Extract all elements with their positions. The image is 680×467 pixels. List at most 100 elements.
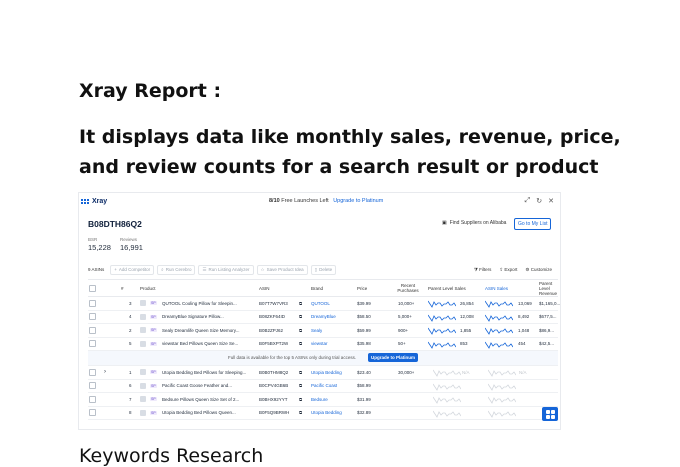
doc-heading: Xray Report : [79,80,222,102]
find-suppliers-link[interactable]: ▣ Find Suppliers on Alibaba [442,220,506,226]
row-checkbox[interactable] [89,382,96,390]
product-thumb-cell [140,407,146,420]
product-title[interactable]: viewstar Bed Pillows Queen Size Se... [162,338,257,351]
col-parent-revenue[interactable]: Parent Level Revenue [539,280,558,296]
filters-button[interactable]: ⧩ Filters [474,267,492,273]
brand-link[interactable]: Pacific Coast [311,380,337,393]
recent-purchases: 900+ [398,327,409,333]
row-checkbox[interactable] [89,340,96,348]
product-title[interactable]: Pacific Coast Goose Feather and... [162,380,257,393]
filter-icon: ⧩ [473,266,478,272]
copy-icon[interactable]: ⧉ [299,297,302,310]
brand-link[interactable]: Utopia Bedding [311,407,342,420]
gear-icon: ⚙ [525,266,530,272]
col-asin-sales[interactable]: ASIN Sales [485,280,508,296]
locked-table-row[interactable]: › 1 SP Utopia Bedding Bed Pillows for Sleep… [88,366,558,380]
copy-icon[interactable]: ⧉ [299,366,302,379]
upgrade-button[interactable]: Upgrade to Platinum [368,353,419,362]
brand-link[interactable]: QUTOOL [311,297,330,310]
go-to-list-button[interactable]: Go to My List [514,218,552,230]
asin-value[interactable]: B08ZKF64ID [259,311,285,324]
trash-icon: ▯ [314,266,318,272]
product-title[interactable]: Utopia Bedding Bed Pillows for Sleeping.… [162,366,257,379]
asin-value[interactable]: B0B2ZPJ62 [259,324,283,337]
save-product-idea-button[interactable]: ☆ Save Product Idea [256,264,308,275]
copy-icon[interactable]: ⧉ [299,324,302,337]
asin-value[interactable]: B07T7W7VR3 [259,297,288,310]
col-num[interactable]: # [121,280,124,296]
parent-sales-value: 26,854 [460,300,474,306]
asin-value[interactable]: B0BHX92YYT [259,393,288,406]
customize-button[interactable]: ⚙ Customize [525,267,552,273]
asin-sales-value: 13,069 [518,300,532,306]
col-recent[interactable]: Recent Purchases [393,280,423,296]
row-checkbox[interactable] [89,368,96,376]
locked-table-row[interactable]: 6 SP Pacific Coast Goose Feather and... B0C… [88,380,558,393]
product-title[interactable]: Utopia Bedding Bed Pillows Queen... [162,407,257,420]
close-icon[interactable]: ✕ [548,197,554,205]
asin-value[interactable]: B0CPV4GB6B [259,380,288,393]
sponsored-badge: SP [150,314,157,319]
brand-link[interactable]: Sealy [311,324,322,337]
col-asin[interactable]: ASIN [259,280,270,296]
col-parent-sales[interactable]: Parent Level Sales [428,280,466,296]
asin-value[interactable]: B0F5BXPT2W [259,338,288,351]
locked-table-row[interactable]: 7 SP Bedsure Pillows Queen Size Set of 2..… [88,393,558,407]
brand-link[interactable]: viewstar [311,338,328,351]
product-title[interactable]: Sealy Dreamlife Queen Size Memory... [162,324,257,337]
table-row[interactable]: 2 SP Sealy Dreamlife Queen Size Memory... B… [88,324,558,338]
col-brand[interactable]: Brand [311,280,323,296]
copy-icon[interactable]: ⧉ [299,393,302,406]
xray-logo: Xray [81,198,107,205]
list-icon: ☰ [202,266,207,272]
delete-button[interactable]: ▯ Delete [310,264,337,275]
expand-icon[interactable]: ⤢ [525,197,531,205]
trial-message: Full data is available for the top 5 ASI… [228,355,357,360]
select-all-checkbox[interactable] [89,284,96,292]
product-title[interactable]: Bedsure Pillows Queen Size Set of 2... [162,393,257,406]
export-button[interactable]: ⇪ Export [499,267,517,273]
run-cerebro-button[interactable]: ⌕ Run Cerebro [157,264,196,275]
add-competitor-button[interactable]: + Add Competitor [110,264,155,275]
app-name: Xray [92,197,108,205]
asin-sales-value: 1,048 [518,327,530,333]
floating-grid-button[interactable] [542,407,558,421]
row-checkbox[interactable] [89,299,96,307]
col-product[interactable]: Product [140,280,156,296]
row-number: 4 [129,314,132,320]
upgrade-link[interactable]: Upgrade to Platinum [333,198,383,204]
parent-sales-sparkline [428,314,456,322]
row-checkbox[interactable] [89,395,96,403]
parent-sales-value: 853 [460,341,468,347]
table-row[interactable]: 3 SP QUTOOL Cooling Pillow for Sleepin... B… [88,297,560,311]
copy-icon[interactable]: ⧉ [299,338,302,351]
brand-link[interactable]: DreamyBlue [311,311,336,324]
price-value: $31.99 [357,396,371,402]
table-header: # Product ASIN Brand Price Recent Purcha… [88,279,558,297]
table-row[interactable]: 5 SP viewstar Bed Pillows Queen Size Se...… [88,338,558,351]
copy-icon[interactable]: ⧉ [299,311,302,324]
bsr-stat: BSR 15,228 [88,237,111,252]
asin-value[interactable]: B0B0THM8Q2 [259,366,288,379]
product-title[interactable]: DreamyBlue Signature Pillow... [162,311,257,324]
toolbar-actions: ⧩ Filters ⇪ Export ⚙ Customize [474,267,552,273]
sponsored-badge: SP [150,397,157,402]
table-row[interactable]: 4 SP DreamyBlue Signature Pillow... B08ZKF6… [88,311,558,324]
row-number: 5 [129,341,132,347]
asin-value[interactable]: B0F5Q9BRWH [259,407,289,420]
reviews-stat: Reviews 16,991 [120,237,143,252]
locked-table-row[interactable]: 8 SP Utopia Bedding Bed Pillows Queen... B0… [88,407,558,420]
copy-icon[interactable]: ⧉ [299,407,302,420]
col-price[interactable]: Price [357,280,367,296]
product-title[interactable]: QUTOOL Cooling Pillow for Sleepin... [162,297,257,310]
grid-logo-icon [81,198,89,204]
row-checkbox[interactable] [89,409,96,417]
brand-link[interactable]: Utopia Bedding [311,366,342,379]
expand-chevron-icon[interactable]: › [104,366,106,379]
brand-link[interactable]: Bedsure [311,393,328,406]
copy-icon[interactable]: ⧉ [299,380,302,393]
run-listing-analyzer-button[interactable]: ☰ Run Listing Analyzer [198,264,254,275]
row-checkbox[interactable] [89,313,96,321]
row-checkbox[interactable] [89,326,96,334]
refresh-icon[interactable]: ↻ [536,197,542,205]
